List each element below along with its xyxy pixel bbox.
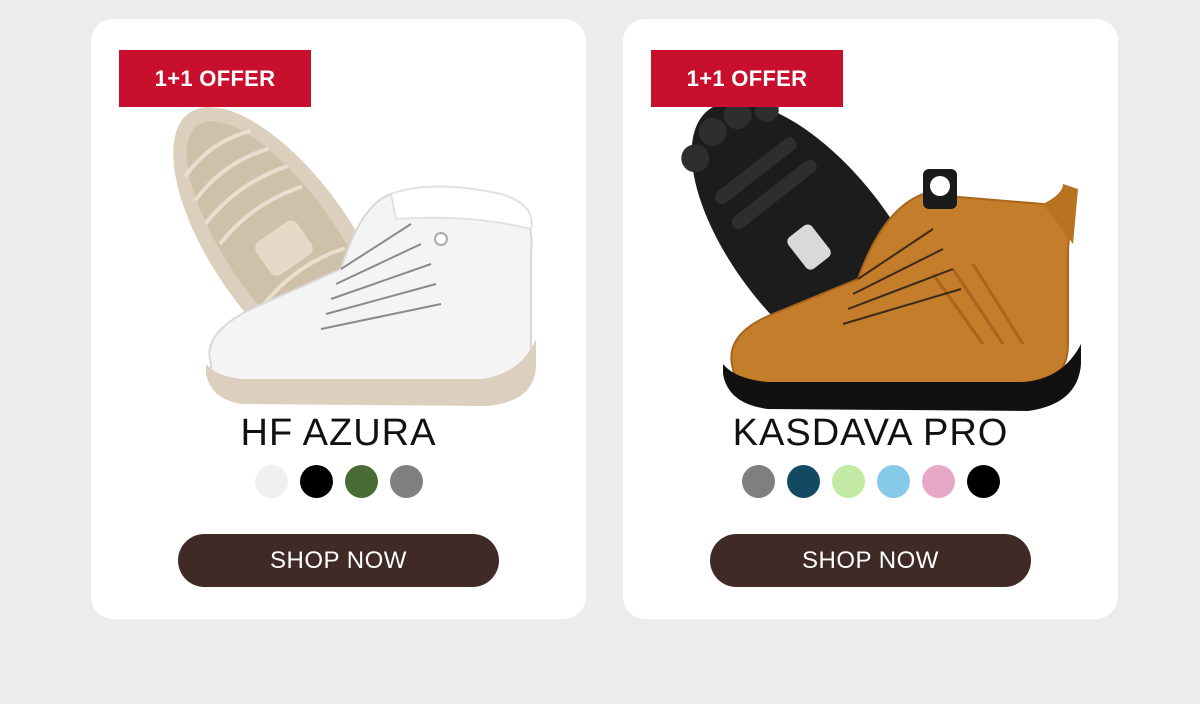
color-swatch[interactable] xyxy=(299,465,333,498)
color-swatch[interactable] xyxy=(831,465,865,498)
color-swatch[interactable] xyxy=(254,465,288,498)
shop-now-button[interactable]: SHOP NOW xyxy=(178,534,499,587)
color-swatches xyxy=(623,465,1118,498)
shop-now-button[interactable]: SHOP NOW xyxy=(710,534,1031,587)
offer-badge: 1+1 OFFER xyxy=(119,50,311,107)
color-swatch[interactable] xyxy=(389,465,423,498)
offer-badge: 1+1 OFFER xyxy=(651,50,843,107)
color-swatch[interactable] xyxy=(921,465,955,498)
color-swatches xyxy=(91,465,586,498)
color-swatch[interactable] xyxy=(344,465,378,498)
color-swatch[interactable] xyxy=(876,465,910,498)
product-card-kasdava-pro[interactable]: 1+1 OFFER KASDAVA PRO SHOP NOW xyxy=(623,19,1118,619)
product-name: KASDAVA PRO xyxy=(732,412,1009,454)
color-swatch[interactable] xyxy=(741,465,775,498)
product-name: HF AZURA xyxy=(240,412,437,454)
color-swatch[interactable] xyxy=(786,465,820,498)
product-card-hf-azura[interactable]: 1+1 OFFER HF AZURA SHOP NOW xyxy=(91,19,586,619)
color-swatch[interactable] xyxy=(966,465,1000,498)
